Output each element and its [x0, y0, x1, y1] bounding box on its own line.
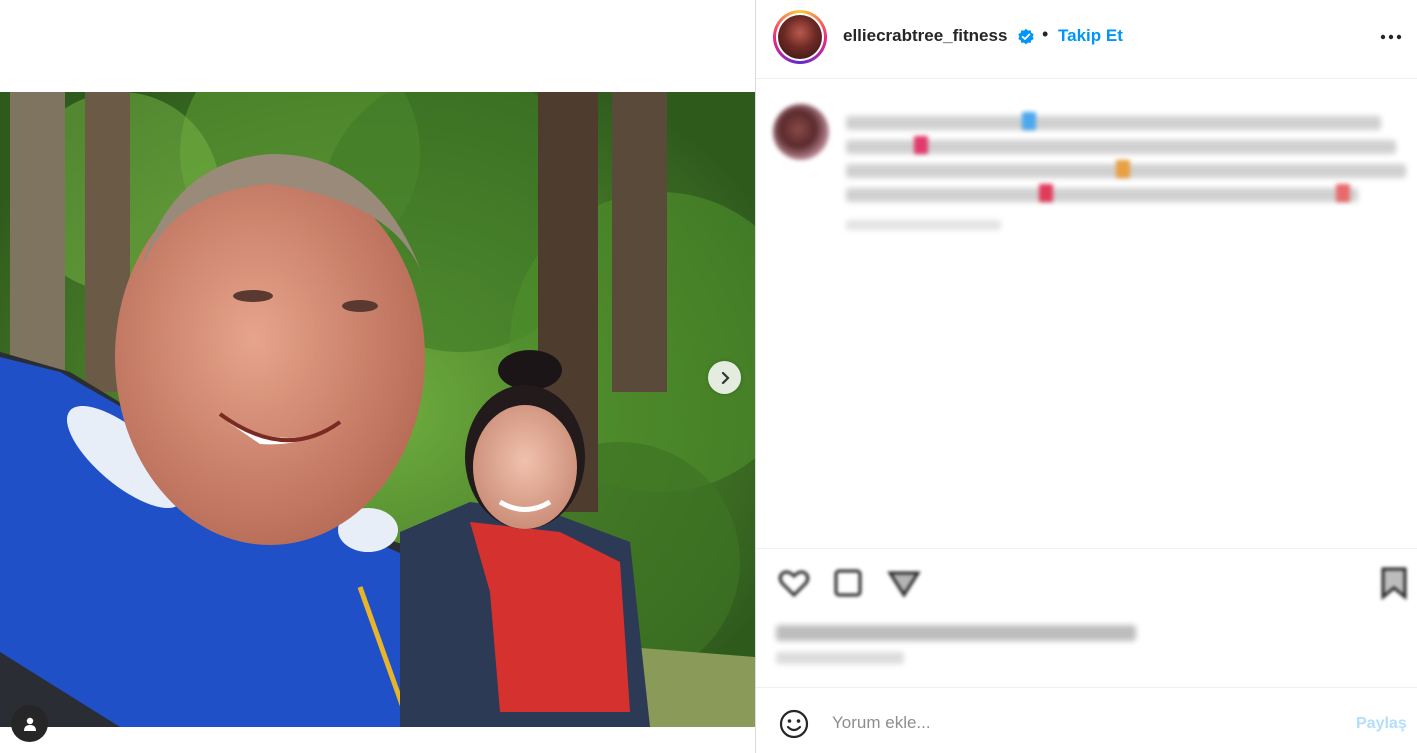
user-tag-icon — [23, 717, 36, 731]
actions-divider — [756, 548, 1417, 549]
more-options-icon[interactable] — [1376, 25, 1406, 49]
post-header: elliecrabtree_fitness • Takip Et — [756, 0, 1417, 79]
chevron-right-icon — [721, 371, 730, 384]
likes-summary-blur — [776, 625, 1136, 641]
user-tags-button[interactable] — [11, 705, 48, 742]
post-photo[interactable] — [0, 92, 755, 727]
avatar-image — [778, 15, 822, 59]
comment-icon[interactable] — [830, 565, 866, 601]
author-avatar[interactable] — [773, 10, 827, 64]
caption-emoji-blur — [1022, 112, 1036, 130]
next-photo-button[interactable] — [708, 361, 741, 394]
like-heart-icon[interactable] — [776, 565, 812, 601]
post-date-blur — [776, 652, 904, 664]
follow-button[interactable]: Takip Et — [1058, 26, 1123, 46]
caption-emoji-blur — [914, 136, 928, 154]
caption-emoji-blur — [1116, 160, 1130, 178]
post-side-panel: elliecrabtree_fitness • Takip Et Yorum e… — [756, 0, 1417, 753]
share-paper-plane-icon[interactable] — [886, 565, 922, 601]
verified-badge-icon — [1018, 28, 1034, 45]
caption-meta-blur — [846, 220, 1001, 230]
caption-emoji-blur — [1336, 184, 1350, 202]
comment-input[interactable] — [832, 706, 1312, 740]
caption-blurred-line — [846, 116, 1381, 130]
header-separator: • — [1042, 24, 1049, 44]
post-comment-button[interactable]: Paylaş — [1356, 715, 1407, 733]
caption-avatar[interactable] — [773, 104, 829, 160]
comment-bar: Paylaş — [756, 687, 1417, 753]
media-pane — [0, 0, 755, 753]
caption-blurred-line — [846, 140, 1396, 154]
save-bookmark-icon[interactable] — [1376, 565, 1412, 601]
caption-blurred-line — [846, 188, 1358, 202]
caption-emoji-blur — [1039, 184, 1053, 202]
emoji-smile-icon[interactable] — [778, 708, 810, 740]
author-username[interactable]: elliecrabtree_fitness — [843, 26, 1007, 46]
selfie-image — [0, 92, 755, 727]
